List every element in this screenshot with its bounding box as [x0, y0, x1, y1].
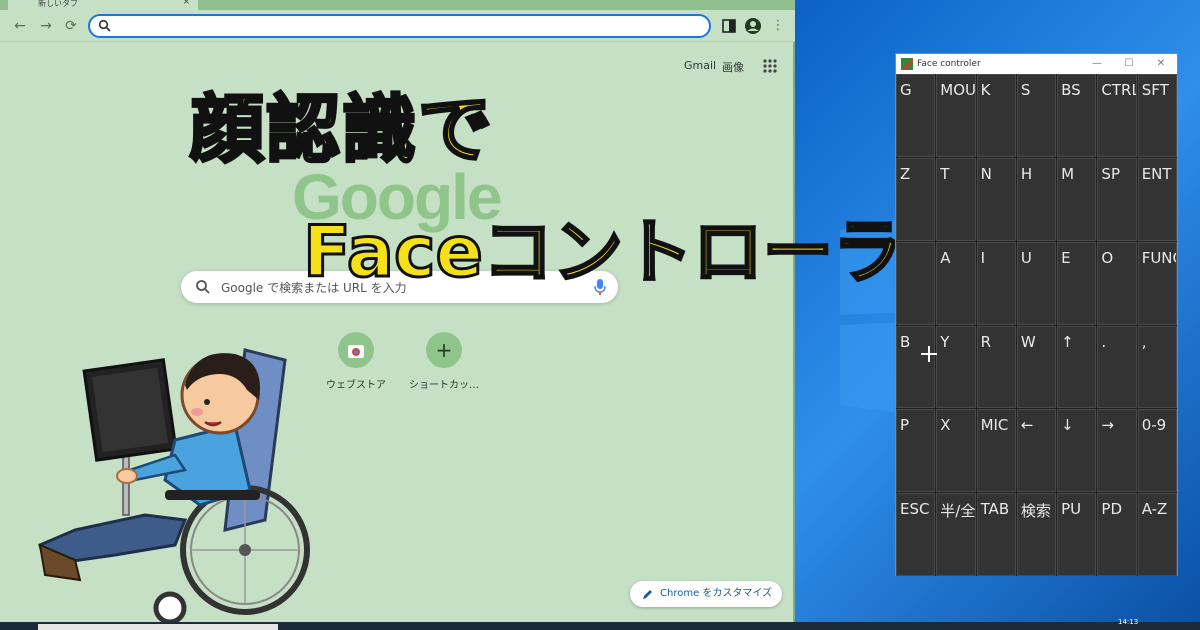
key-button[interactable]: BS: [1057, 74, 1097, 157]
key-button[interactable]: CTRL: [1097, 74, 1137, 157]
key-button[interactable]: R: [976, 325, 1016, 409]
shortcut-add[interactable]: + ショートカッ…: [404, 332, 484, 391]
chrome-store-icon: [338, 332, 374, 368]
taskbar-search[interactable]: [38, 624, 278, 630]
key-button[interactable]: K: [976, 74, 1016, 157]
maximize-icon[interactable]: ☐: [1113, 54, 1145, 74]
close-icon[interactable]: ✕: [1145, 54, 1177, 74]
key-button[interactable]: S: [1016, 74, 1057, 157]
app-icon: [901, 58, 913, 70]
tab-close-icon[interactable]: ×: [182, 0, 190, 7]
key-button[interactable]: ↑: [1057, 325, 1097, 409]
key-button[interactable]: 0-9: [1137, 409, 1177, 493]
key-button[interactable]: B: [896, 325, 936, 409]
window-title: Face controler: [917, 59, 981, 69]
overlay-title-line2: Faceコントローラー: [302, 210, 975, 295]
face-controller-titlebar[interactable]: Face controler — ☐ ✕: [896, 54, 1177, 74]
key-button[interactable]: PD: [1097, 493, 1137, 576]
gmail-link[interactable]: Gmail: [684, 59, 716, 72]
key-button[interactable]: 検索: [1016, 493, 1057, 576]
key-button[interactable]: →: [1097, 409, 1137, 493]
key-button[interactable]: ←: [1016, 409, 1057, 493]
key-button[interactable]: [896, 241, 936, 325]
key-button[interactable]: M: [1057, 157, 1097, 241]
menu-kebab-icon[interactable]: ⋮: [768, 16, 788, 36]
tab-new-tab[interactable]: 新しいタブ ×: [8, 0, 198, 10]
key-button[interactable]: Y: [936, 325, 976, 409]
wheelchair-user-illustration: [38, 348, 310, 625]
key-grid: G MOU K S BS CTRL SFT Z T N H M SP ENT A…: [896, 74, 1177, 576]
key-button[interactable]: P: [896, 409, 936, 493]
taskbar: 14:13: [0, 618, 1200, 630]
key-button[interactable]: SP: [1097, 157, 1137, 241]
key-button[interactable]: X: [936, 409, 976, 493]
key-button[interactable]: E: [1057, 241, 1097, 325]
key-button[interactable]: ,: [1137, 325, 1177, 409]
profile-avatar-icon[interactable]: [744, 17, 762, 35]
key-button[interactable]: G: [896, 74, 936, 157]
crosshair-cursor-icon: [921, 346, 937, 362]
address-bar[interactable]: [88, 14, 711, 38]
address-input[interactable]: [118, 18, 678, 34]
key-button[interactable]: ESC: [896, 493, 936, 576]
key-button[interactable]: T: [936, 157, 976, 241]
forward-arrow-icon[interactable]: →: [36, 16, 56, 36]
key-button[interactable]: 半/全: [936, 493, 976, 576]
images-link[interactable]: 画像: [722, 59, 744, 75]
search-icon: [98, 19, 111, 32]
back-arrow-icon[interactable]: ←: [10, 16, 30, 36]
key-button[interactable]: MOU: [936, 74, 976, 157]
key-button[interactable]: A: [936, 241, 976, 325]
key-button[interactable]: FUNC: [1137, 241, 1177, 325]
key-button[interactable]: N: [976, 157, 1016, 241]
reload-icon[interactable]: ⟳: [61, 16, 81, 36]
key-button[interactable]: H: [1016, 157, 1057, 241]
key-button[interactable]: MIC: [976, 409, 1016, 493]
plus-icon: +: [426, 332, 462, 368]
side-panel-icon[interactable]: [720, 17, 738, 35]
tab-title: 新しいタブ: [38, 0, 78, 8]
key-button[interactable]: SFT: [1137, 74, 1177, 157]
key-button[interactable]: W: [1016, 325, 1057, 409]
key-button[interactable]: A-Z: [1137, 493, 1177, 576]
key-button[interactable]: U: [1016, 241, 1057, 325]
shortcut-label: ショートカッ…: [409, 380, 479, 391]
tab-strip: 新しいタブ ×: [0, 0, 795, 10]
key-button[interactable]: I: [976, 241, 1016, 325]
key-button[interactable]: PU: [1057, 493, 1097, 576]
key-button[interactable]: ENT: [1137, 157, 1177, 241]
overlay-title-line1: 顔認識で: [189, 86, 494, 175]
face-controller-window: Face controler — ☐ ✕ G MOU K S BS CTRL S…: [895, 53, 1178, 576]
google-apps-icon[interactable]: [762, 58, 778, 74]
key-button[interactable]: .: [1097, 325, 1137, 409]
taskbar-clock: 14:13: [1118, 618, 1139, 626]
pencil-icon: [643, 590, 652, 599]
key-button[interactable]: ↓: [1057, 409, 1097, 493]
minimize-icon[interactable]: —: [1081, 54, 1113, 74]
key-button[interactable]: O: [1097, 241, 1137, 325]
key-button[interactable]: TAB: [976, 493, 1016, 576]
customize-label: Chrome をカスタマイズ: [660, 588, 773, 599]
browser-toolbar: ← → ⟳ ⋮: [0, 10, 795, 42]
search-icon: [196, 280, 210, 294]
customize-chrome-button[interactable]: Chrome をカスタマイズ: [630, 581, 782, 607]
key-button[interactable]: Z: [896, 157, 936, 241]
